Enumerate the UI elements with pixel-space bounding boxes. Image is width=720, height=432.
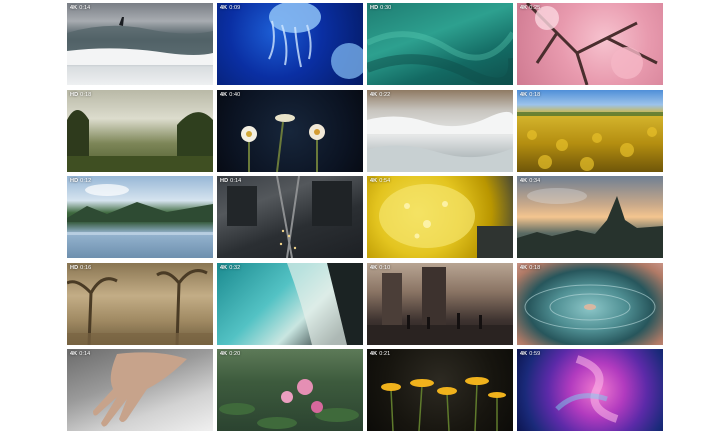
video-thumbnail[interactable]: 4K 0:14 — [67, 3, 213, 85]
video-thumbnail[interactable]: HD 0:30 — [367, 3, 513, 85]
quality-badge: 4K — [370, 178, 378, 184]
quality-badge: 4K — [220, 264, 228, 271]
quality-badge: 4K — [520, 5, 528, 11]
video-thumbnail[interactable]: 4K 0:10 — [367, 262, 513, 345]
duration-label: 0:10 — [379, 264, 391, 271]
city-street-image — [367, 266, 513, 345]
video-thumbnail[interactable]: 4K 0:14 — [67, 349, 213, 431]
video-thumbnail[interactable]: HD 0:12 — [67, 176, 213, 258]
surfing-wave-image — [67, 17, 213, 65]
quality-badge: HD — [70, 264, 79, 271]
duration-label: 0:18 — [529, 91, 541, 98]
quality-badge: 4K — [370, 264, 378, 271]
taipei-skyline-image — [517, 188, 663, 258]
lotus-pond-image — [219, 379, 359, 429]
duration-label: 0:09 — [229, 5, 241, 11]
quality-badge: 4K — [520, 178, 528, 184]
video-thumbnail[interactable]: 4K 0:22 — [367, 89, 513, 172]
foggy-meadow-image — [67, 109, 213, 172]
duration-label: 0:25 — [529, 5, 541, 11]
quality-badge: 4K — [220, 91, 228, 98]
quality-badge: 4K — [370, 91, 378, 98]
ice-waves-image — [367, 111, 513, 172]
quality-badge: 4K — [70, 5, 78, 11]
mountain-lake-image — [67, 184, 213, 235]
video-thumbnail[interactable]: HD 0:18 — [67, 89, 213, 172]
cherry-blossom-image — [525, 3, 658, 85]
duration-label: 0:22 — [379, 91, 391, 98]
video-thumbnail[interactable]: 4K 0:18 — [517, 262, 663, 345]
lemon-bubbles-image — [379, 184, 513, 258]
quality-badge: HD — [220, 178, 229, 184]
yellow-flowers-image — [381, 377, 506, 431]
duration-label: 0:14 — [230, 178, 242, 184]
vinyl-record-image — [524, 284, 656, 329]
video-thumbnail[interactable]: 4K 0:32 — [217, 262, 363, 345]
quality-badge: HD — [370, 5, 379, 11]
duration-label: 0:59 — [529, 351, 541, 357]
quality-badge: 4K — [70, 351, 78, 357]
video-thumbnail[interactable]: 4K 0:09 — [217, 3, 363, 85]
duration-label: 0:30 — [380, 5, 392, 11]
video-thumbnail[interactable]: 4K 0:54 — [367, 176, 513, 258]
quality-badge: 4K — [520, 264, 528, 271]
video-thumbnail[interactable]: 4K 0:59 — [517, 349, 663, 431]
video-thumbnail[interactable]: 4K 0:40 — [217, 89, 363, 172]
quality-badge: HD — [70, 178, 79, 184]
video-thumbnail[interactable]: HD 0:14 — [217, 176, 363, 258]
duration-label: 0:32 — [229, 264, 241, 271]
quality-badge: 4K — [220, 5, 228, 11]
quality-badge: HD — [70, 91, 79, 98]
sunflower-field-image — [517, 111, 663, 171]
underwater-image — [367, 31, 513, 85]
video-thumbnail[interactable]: 4K 0:20 — [217, 349, 363, 431]
video-grid: 4K0:14 4K0:09 HD0:30 4K0:25 HD0:18 — [67, 3, 663, 431]
quality-badge: 4K — [520, 91, 528, 98]
tropical-beach-image — [287, 262, 363, 345]
video-thumbnail[interactable]: 4K 0:25 — [517, 3, 663, 85]
duration-label: 0:14 — [79, 5, 91, 11]
blooming-flowers-image — [241, 113, 325, 172]
quality-badge: 4K — [370, 351, 378, 357]
quality-badge: 4K — [220, 351, 228, 357]
duration-label: 0:18 — [529, 264, 541, 271]
duration-label: 0:12 — [80, 178, 92, 184]
city-aerial-image — [227, 176, 352, 258]
duration-label: 0:16 — [80, 264, 92, 271]
misty-forest-image — [67, 268, 213, 345]
duration-label: 0:40 — [229, 91, 241, 98]
video-thumbnail[interactable]: HD 0:16 — [67, 262, 213, 345]
duration-label: 0:20 — [229, 351, 241, 357]
ink-smoke-image — [555, 355, 619, 423]
duration-label: 0:34 — [529, 178, 541, 184]
duration-label: 0:54 — [379, 178, 391, 184]
video-thumbnail[interactable]: 4K 0:21 — [367, 349, 513, 431]
duration-label: 0:21 — [379, 351, 391, 357]
jellyfish-image — [268, 3, 363, 79]
quality-badge: 4K — [520, 351, 528, 357]
duration-label: 0:18 — [80, 91, 92, 98]
duration-label: 0:14 — [79, 351, 91, 357]
video-thumbnail[interactable]: 4K 0:34 — [517, 176, 663, 258]
sand-hand-image — [93, 352, 187, 427]
video-thumbnail[interactable]: 4K 0:18 — [517, 89, 663, 172]
